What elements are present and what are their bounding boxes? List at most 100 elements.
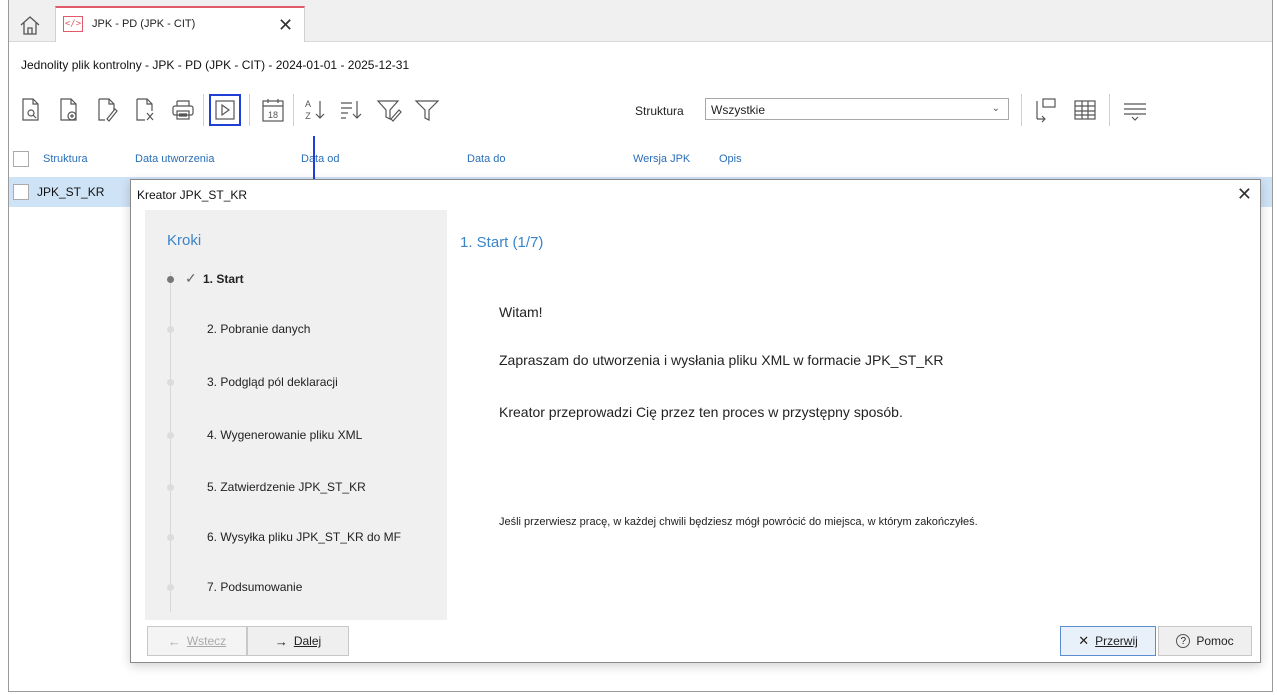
delete-document-icon <box>136 98 154 121</box>
step-content-title: 1. Start (1/7) <box>460 234 544 251</box>
steps-panel: Kroki ✓ 1. Start 2. Pobranie danych 3. P… <box>145 210 447 620</box>
calendar-icon: 18 <box>262 99 284 122</box>
cancel-button[interactable]: ✕ Przerwij <box>1060 626 1156 656</box>
chevron-down-icon: ⌄ <box>991 103 1000 114</box>
run-wizard-button[interactable] <box>209 94 241 126</box>
step-item-start: ✓ 1. Start <box>145 270 447 290</box>
filter-icon <box>414 100 440 121</box>
edit-document-button[interactable] <box>91 94 123 126</box>
select-all-checkbox[interactable] <box>13 151 29 167</box>
group-columns-icon <box>1036 98 1056 123</box>
tab-strip: </> JPK - PD (JPK - CIT) ✕ <box>9 0 1272 42</box>
struktura-select-value: Wszystkie <box>711 103 765 117</box>
column-header-struktura[interactable]: Struktura <box>43 153 88 165</box>
step-dot <box>167 276 174 283</box>
column-header-wersja-jpk[interactable]: Wersja JPK <box>633 153 690 165</box>
menu-lines-icon <box>1124 103 1146 121</box>
greeting-text: Witam! <box>499 304 543 320</box>
row-struktura-cell: JPK_ST_KR <box>37 185 105 199</box>
cancel-button-label: Przerwij <box>1095 634 1138 648</box>
steps-title: Kroki <box>167 232 202 249</box>
tab-jpk-pd[interactable]: </> JPK - PD (JPK - CIT) ✕ <box>55 6 305 42</box>
svg-text:18: 18 <box>268 110 278 120</box>
check-icon: ✓ <box>185 270 197 286</box>
back-button[interactable]: ← Wstecz <box>147 626 247 656</box>
toolbar-separator <box>203 94 204 126</box>
description-text: Kreator przeprowadzi Cię przez ten proce… <box>499 404 903 420</box>
step-item-podsumowanie: 7. Podsumowanie <box>145 578 447 598</box>
step-label: 5. Zatwierdzenie JPK_ST_KR <box>207 480 366 494</box>
step-dot <box>167 484 174 491</box>
more-options-button[interactable] <box>1119 94 1151 126</box>
step-dot <box>167 432 174 439</box>
back-button-label: Wstecz <box>186 634 227 648</box>
group-columns-button[interactable] <box>1029 94 1061 126</box>
column-header-opis[interactable]: Opis <box>719 153 742 165</box>
arrow-left-icon: ← <box>167 633 181 649</box>
play-icon <box>215 100 235 120</box>
calendar-button[interactable]: 18 <box>257 94 289 126</box>
dialog-title: Kreator JPK_ST_KR <box>137 188 248 202</box>
grid-layout-button[interactable] <box>1069 94 1101 126</box>
help-button[interactable]: ? Pomoc <box>1158 626 1252 656</box>
row-checkbox[interactable] <box>13 184 29 200</box>
filter-button[interactable] <box>411 94 443 126</box>
column-header-data-do[interactable]: Data do <box>467 153 506 165</box>
print-button[interactable] <box>167 94 199 126</box>
close-icon: ✕ <box>1078 633 1090 648</box>
home-icon <box>20 16 40 35</box>
step-item-pobranie: 2. Pobranie danych <box>145 320 447 340</box>
struktura-select[interactable]: Wszystkie ⌄ <box>705 98 1009 120</box>
next-button[interactable]: → Dalej <box>247 626 349 656</box>
tab-label: JPK - PD (JPK - CIT) <box>92 18 196 30</box>
step-label: 2. Pobranie danych <box>207 322 311 336</box>
step-dot <box>167 326 174 333</box>
column-header-data-od[interactable]: Data od <box>301 153 340 165</box>
sort-az-icon: AZ <box>305 99 325 121</box>
edit-filter-button[interactable] <box>373 94 405 126</box>
next-button-label: Dalej <box>293 634 322 648</box>
svg-text:A: A <box>305 99 311 109</box>
step-item-wysylka: 6. Wysyłka pliku JPK_ST_KR do MF <box>145 528 447 548</box>
edit-document-icon <box>98 98 118 122</box>
step-label: 4. Wygenerowanie pliku XML <box>207 428 363 442</box>
edit-filter-icon <box>376 100 402 122</box>
sort-ascending-button[interactable]: AZ <box>299 94 331 126</box>
preview-document-icon <box>22 98 39 121</box>
resume-note-text: Jeśli przerwiesz pracę, w każdej chwili … <box>499 516 978 528</box>
sort-lines-button[interactable] <box>335 94 367 126</box>
toolbar-separator <box>293 94 294 126</box>
add-document-button[interactable] <box>53 94 85 126</box>
toolbar-separator <box>1109 94 1110 126</box>
printer-icon <box>172 100 194 120</box>
svg-text:Z: Z <box>305 111 311 121</box>
step-item-podglad: 3. Podgląd pól deklaracji <box>145 373 447 393</box>
close-tab-icon[interactable]: ✕ <box>278 15 293 36</box>
step-dot <box>167 379 174 386</box>
page-title: Jednolity plik kontrolny - JPK - PD (JPK… <box>21 58 410 72</box>
grid-icon <box>1074 100 1096 120</box>
help-button-label: Pomoc <box>1196 634 1234 648</box>
add-document-icon <box>60 98 77 121</box>
preview-document-button[interactable] <box>15 94 47 126</box>
arrow-right-icon: → <box>274 633 288 649</box>
step-item-zatwierdzenie: 5. Zatwierdzenie JPK_ST_KR <box>145 478 447 498</box>
step-label: 6. Wysyłka pliku JPK_ST_KR do MF <box>207 530 401 544</box>
app-window: </> JPK - PD (JPK - CIT) ✕ Jednolity pli… <box>8 0 1273 692</box>
step-label: 1. Start <box>203 272 244 286</box>
home-button[interactable] <box>13 8 47 42</box>
step-item-wygenerowanie: 4. Wygenerowanie pliku XML <box>145 426 447 446</box>
column-header-data-utworzenia[interactable]: Data utworzenia <box>135 153 215 165</box>
intro-text: Zapraszam do utworzenia i wysłania pliku… <box>499 352 944 368</box>
help-icon: ? <box>1176 634 1191 648</box>
code-icon: </> <box>63 16 83 32</box>
step-label: 3. Podgląd pól deklaracji <box>207 375 338 389</box>
toolbar-separator <box>1021 94 1022 126</box>
sort-lines-icon <box>341 101 362 119</box>
wizard-dialog: Kreator JPK_ST_KR ✕ Kroki ✓ 1. Start 2. … <box>130 179 1261 663</box>
struktura-label: Struktura <box>635 104 684 118</box>
grid-header: Struktura Data utworzenia Data od Data d… <box>9 148 1272 172</box>
dialog-titlebar: Kreator JPK_ST_KR ✕ <box>131 180 1260 210</box>
delete-document-button[interactable] <box>129 94 161 126</box>
close-dialog-icon[interactable]: ✕ <box>1237 184 1252 205</box>
